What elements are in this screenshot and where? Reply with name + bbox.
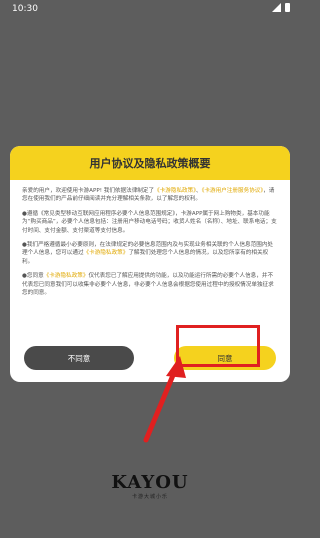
dialog-header: 用户协议及隐私政策概要 [10,146,290,180]
privacy-policy-link-2[interactable]: 《卡游隐私政策》 [84,250,129,256]
user-agreement-link[interactable]: 《卡游用户注册服务协议》 [202,188,264,194]
intro-text: 亲爱的用户，欢迎使用卡游APP! 我们依据法律制定了 [22,188,155,194]
decline-button[interactable]: 不同意 [24,346,134,370]
status-bar: 10:30 [0,0,300,18]
minimum-principle-paragraph: ●我们严格遵循最小必要原则，在法律规定的必要信息范围内及与实现业务相关联的个人信… [22,241,278,266]
logo-subtitle: 卡游大城小乐 [131,494,168,500]
required-info-paragraph: ●遵循《常见类型移动互联网应用程序必要个人信息范围规定》，卡游APP属于网上购物… [22,210,277,234]
logo-text: KAYOU [111,472,189,493]
consent-paragraph: ●您同意《卡游隐私政策》仅代表您已了解应用提供的功能，以及功能运行所需的必要个人… [22,272,278,297]
consent-text: ●您同意 [22,273,44,280]
brand-logo: KAYOU 卡游大城小乐 [108,472,192,500]
battery-icon [285,3,290,12]
intro-paragraph: 亲爱的用户，欢迎使用卡游APP! 我们依据法律制定了《卡游隐私政策》、《卡游用户… [22,187,278,204]
privacy-policy-link[interactable]: 《卡游隐私政策》 [154,188,196,194]
signal-icon [272,3,281,12]
privacy-policy-link-3[interactable]: 《卡游隐私政策》 [44,273,89,279]
status-time: 10:30 [12,4,38,14]
dialog-title: 用户协议及隐私政策概要 [89,157,211,170]
dialog-body[interactable]: 亲爱的用户，欢迎使用卡游APP! 我们依据法律制定了《卡游隐私政策》、《卡游用户… [10,180,290,337]
highlight-box [176,325,260,367]
status-icons [272,3,290,12]
